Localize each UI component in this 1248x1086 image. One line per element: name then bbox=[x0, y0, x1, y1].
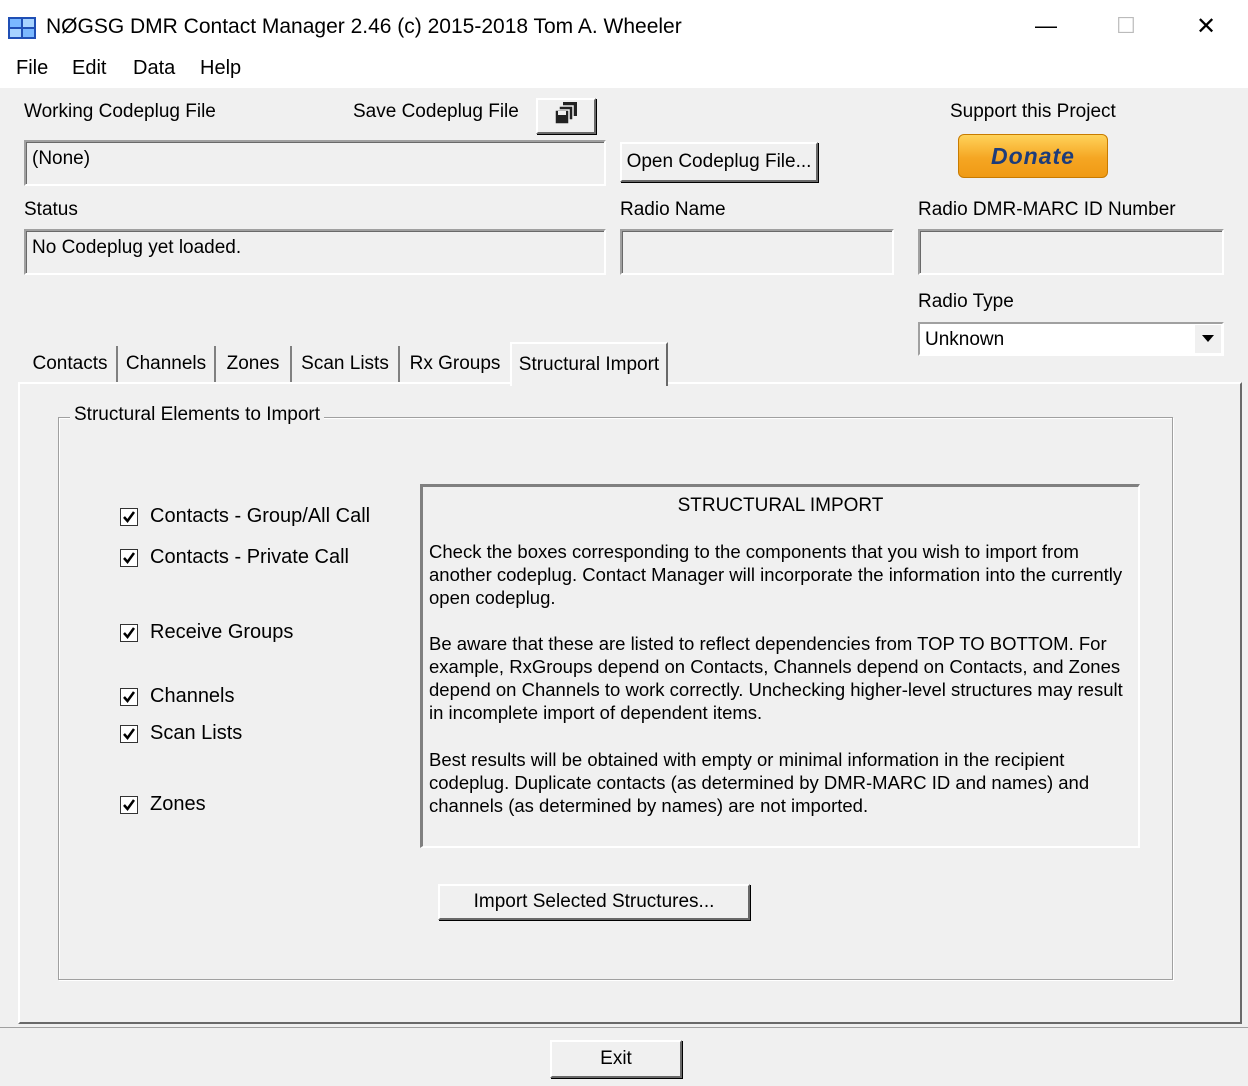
status-field: No Codeplug yet loaded. bbox=[24, 229, 606, 275]
checkbox-label: Contacts - Group/All Call bbox=[150, 505, 371, 527]
support-label: Support this Project bbox=[950, 101, 1116, 122]
checkbox-label: Receive Groups bbox=[150, 621, 294, 643]
menu-edit[interactable]: Edit bbox=[72, 57, 106, 80]
checkbox-label: Channels bbox=[150, 685, 235, 707]
radio-name-label: Radio Name bbox=[620, 199, 726, 220]
structural-import-info: STRUCTURAL IMPORT Check the boxes corres… bbox=[420, 484, 1140, 848]
checkbox-channels[interactable]: Channels bbox=[120, 685, 235, 708]
checkbox-contacts-group[interactable]: Contacts - Group/All Call bbox=[120, 505, 370, 528]
menu-help[interactable]: Help bbox=[200, 57, 241, 80]
radio-id-label: Radio DMR-MARC ID Number bbox=[918, 199, 1176, 220]
info-title: STRUCTURAL IMPORT bbox=[677, 495, 884, 516]
checkbox-scan-lists[interactable]: Scan Lists bbox=[120, 722, 242, 745]
menu-bar: File Edit Data Help bbox=[0, 52, 1248, 88]
radio-type-select[interactable]: Unknown bbox=[918, 322, 1224, 356]
check-icon[interactable] bbox=[120, 724, 138, 743]
divider bbox=[0, 1027, 1248, 1028]
donate-button[interactable]: Donate bbox=[958, 134, 1108, 178]
tab-channels[interactable]: Channels bbox=[118, 346, 216, 382]
check-icon[interactable] bbox=[120, 548, 138, 567]
group-title: Structural Elements to Import bbox=[70, 404, 325, 426]
import-selected-button[interactable]: Import Selected Structures... bbox=[438, 884, 750, 920]
tab-scan-lists[interactable]: Scan Lists bbox=[292, 346, 400, 382]
info-paragraph: Check the boxes corresponding to the com… bbox=[429, 541, 1123, 608]
menu-data[interactable]: Data bbox=[133, 57, 175, 80]
check-icon[interactable] bbox=[120, 623, 138, 642]
tab-structural-import[interactable]: Structural Import bbox=[510, 342, 668, 386]
tab-rx-groups[interactable]: Rx Groups bbox=[400, 346, 510, 382]
checkbox-label: Contacts - Private Call bbox=[150, 546, 349, 568]
checkbox-zones[interactable]: Zones bbox=[120, 793, 206, 816]
chevron-down-icon[interactable] bbox=[1194, 325, 1221, 353]
title-bar: NØGSG DMR Contact Manager 2.46 (c) 2015-… bbox=[0, 0, 1248, 52]
maximize-button[interactable]: ☐ bbox=[1084, 0, 1168, 52]
status-label: Status bbox=[24, 199, 78, 220]
tab-contacts[interactable]: Contacts bbox=[24, 346, 118, 382]
menu-file[interactable]: File bbox=[16, 57, 48, 80]
close-button[interactable]: ✕ bbox=[1164, 0, 1248, 52]
app-icon bbox=[8, 17, 36, 39]
check-icon[interactable] bbox=[120, 507, 138, 526]
radio-type-label: Radio Type bbox=[918, 291, 1014, 312]
tab-zones[interactable]: Zones bbox=[216, 346, 292, 382]
working-codeplug-field: (None) bbox=[24, 140, 606, 186]
save-stack-icon bbox=[553, 101, 579, 131]
working-codeplug-value: (None) bbox=[32, 148, 91, 169]
checkbox-label: Zones bbox=[150, 793, 206, 815]
info-paragraph: Be aware that these are listed to reflec… bbox=[429, 633, 1123, 723]
save-codeplug-button[interactable] bbox=[536, 98, 596, 134]
check-icon[interactable] bbox=[120, 795, 138, 814]
radio-id-field bbox=[918, 229, 1224, 275]
exit-button[interactable]: Exit bbox=[550, 1040, 682, 1078]
open-codeplug-button[interactable]: Open Codeplug File... bbox=[620, 142, 818, 182]
radio-type-value: Unknown bbox=[925, 329, 1005, 350]
status-value: No Codeplug yet loaded. bbox=[32, 237, 242, 258]
save-codeplug-label: Save Codeplug File bbox=[353, 101, 519, 122]
window-title: NØGSG DMR Contact Manager 2.46 (c) 2015-… bbox=[46, 15, 682, 38]
checkbox-label: Scan Lists bbox=[150, 722, 243, 744]
checkbox-contacts-private[interactable]: Contacts - Private Call bbox=[120, 546, 349, 569]
working-codeplug-label: Working Codeplug File bbox=[24, 101, 216, 122]
radio-name-field bbox=[620, 229, 894, 275]
info-paragraph: Best results will be obtained with empty… bbox=[429, 749, 1090, 816]
minimize-button[interactable]: — bbox=[1004, 0, 1088, 52]
check-icon[interactable] bbox=[120, 687, 138, 706]
checkbox-receive-groups[interactable]: Receive Groups bbox=[120, 621, 293, 644]
